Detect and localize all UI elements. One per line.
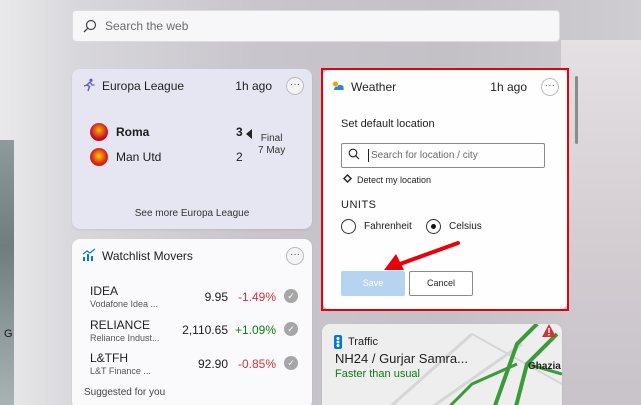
scrollbar[interactable] (575, 76, 578, 144)
detect-location-link[interactable]: Detect my location (343, 174, 431, 185)
traffic-status: Faster than usual (335, 368, 420, 380)
radio-label: Fahrenheit (364, 221, 412, 232)
background-letter: G (4, 328, 13, 340)
more-options-button[interactable]: ··· (286, 247, 304, 265)
traffic-road: NH24 / Gurjar Samra... (335, 351, 468, 366)
card-timestamp: 1h ago (490, 80, 527, 94)
radio-label: Celsius (449, 221, 482, 232)
added-check-icon[interactable]: ✓ (284, 322, 298, 336)
stock-symbol: IDEA (90, 284, 119, 298)
stock-company: Vodafone Idea ... (90, 299, 159, 309)
team-name: Roma (116, 125, 150, 139)
stock-change: -0.85% (237, 357, 276, 371)
match-date: 7 May (258, 145, 286, 156)
cancel-button[interactable]: Cancel (409, 271, 473, 296)
team-score: 2 (236, 150, 243, 164)
europa-league-card[interactable]: Europa League 1h ago ··· Roma 3 Man Utd … (72, 69, 312, 229)
annotation-arrow-icon (384, 241, 460, 270)
radio-button[interactable] (341, 219, 356, 234)
location-search-input[interactable]: Search for location / city (341, 143, 545, 168)
match-status: Final 7 May (258, 133, 285, 157)
units-label: UNITS (341, 199, 377, 211)
watchlist-card[interactable]: Watchlist Movers ··· IDEA Vodafone Idea … (72, 239, 312, 405)
radio-fahrenheit[interactable]: Fahrenheit (341, 219, 412, 234)
man-utd-logo-icon (90, 148, 108, 166)
stock-change: -1.49% (237, 290, 276, 304)
set-location-label: Set default location (341, 118, 435, 130)
see-more-link[interactable]: See more Europa League (72, 208, 312, 219)
traffic-card[interactable]: Traffic NH24 / Gurjar Samra... Faster th… (322, 324, 562, 405)
stock-price: 9.95 (204, 290, 228, 304)
team-score: 3 (236, 125, 243, 139)
background-right-panel (561, 40, 641, 405)
card-title: Watchlist Movers (102, 249, 193, 263)
card-header: Weather (323, 70, 567, 104)
stock-company: L&T Finance ... (90, 366, 151, 376)
team-row: Roma (90, 123, 149, 141)
search-bar[interactable]: Search the web (72, 10, 560, 42)
stock-row[interactable]: L&TFH L&T Finance ... (90, 351, 151, 376)
card-title: Traffic (348, 336, 378, 348)
detect-location-label: Detect my location (357, 174, 432, 185)
added-check-icon[interactable]: ✓ (284, 289, 298, 303)
search-placeholder: Search the web (105, 19, 189, 33)
radio-button[interactable] (426, 219, 441, 234)
card-title: Weather (351, 80, 397, 94)
stock-price: 2,110.65 (182, 323, 228, 337)
suggested-heading: Suggested for you (84, 387, 166, 398)
runner-icon (82, 78, 96, 95)
team-row: Man Utd (90, 148, 161, 166)
stock-symbol: L&TFH (90, 351, 129, 365)
stock-company: Reliance Indust... (90, 333, 160, 343)
background-left-image (0, 140, 14, 405)
more-options-button[interactable]: ··· (286, 77, 304, 95)
card-header: Watchlist Movers (72, 239, 312, 273)
stock-row[interactable]: IDEA Vodafone Idea ... (90, 284, 158, 309)
added-check-icon[interactable]: ✓ (284, 356, 298, 370)
radio-celsius[interactable]: Celsius (426, 219, 482, 234)
card-timestamp: 1h ago (235, 79, 272, 93)
roma-logo-icon (90, 123, 108, 141)
location-diamond-icon (343, 174, 352, 185)
location-placeholder: Search for location / city (371, 150, 478, 161)
stock-price: 92.90 (197, 357, 228, 371)
cloud-sun-icon (331, 80, 345, 95)
warning-icon (542, 324, 556, 342)
card-title: Europa League (102, 79, 185, 93)
save-button[interactable]: Save (341, 271, 405, 296)
team-name: Man Utd (116, 150, 162, 164)
stock-symbol: RELIANCE (90, 318, 151, 332)
map-place-label: Ghazia (528, 361, 561, 372)
stock-change: +1.09% (234, 323, 276, 337)
stock-row[interactable]: RELIANCE Reliance Indust... (90, 318, 160, 343)
more-options-button[interactable]: ··· (541, 78, 559, 96)
match-status-final: Final (260, 133, 283, 144)
stock-chart-icon (82, 248, 96, 265)
text-cursor (368, 149, 369, 162)
search-icon (348, 147, 360, 165)
search-icon (83, 19, 97, 33)
winner-indicator-icon (246, 126, 252, 144)
card-header: Europa League (72, 69, 312, 103)
